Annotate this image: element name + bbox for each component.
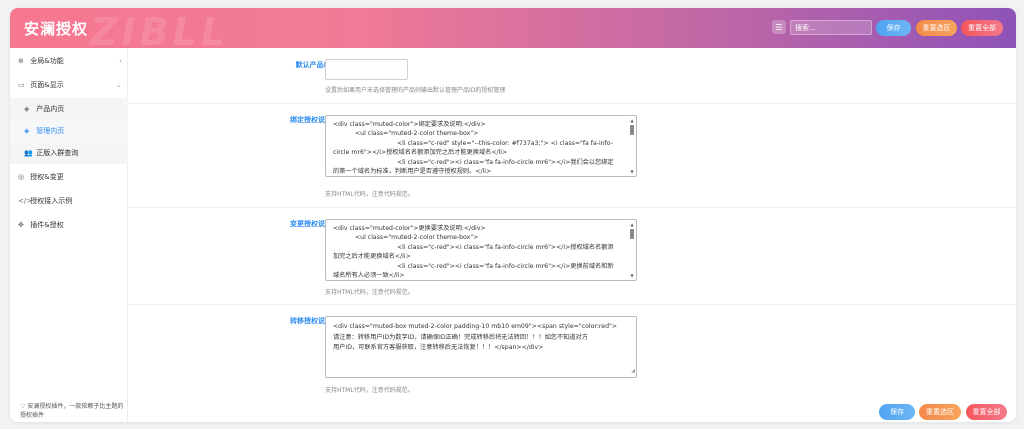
sidebar-item-pages[interactable]: ▭ 页面&显示 ⌄ xyxy=(10,74,128,96)
header-reset-all-button[interactable]: 重置全部 xyxy=(961,20,1003,36)
code-line: <li class="c-red"><i class="fa fa-info-c… xyxy=(397,158,614,166)
sidebar-item-auth-change[interactable]: ◎ 授权&变更 xyxy=(10,166,128,188)
divider xyxy=(128,304,1016,305)
sidebar-footer: ♡ 安澜授权插件，一款依赖子比主题的授权插件 xyxy=(20,401,127,419)
divider xyxy=(128,207,1016,208)
code-icon: </> xyxy=(18,197,33,205)
layout-icon: ▭ xyxy=(18,81,25,89)
code-line: <li class="c-red"><i class="fa fa-info-c… xyxy=(397,262,614,270)
sidebar-item-product-page[interactable]: ◈ 产品内页 xyxy=(10,98,128,120)
code-line: 域名所有人必须一致</li> xyxy=(333,272,405,280)
scrollbar[interactable]: ▲ ▼ xyxy=(629,118,635,174)
code-line: circle mr6"></i>授权域名名额添加完之后才能更换域名</li> xyxy=(333,149,508,157)
code-line: 用户ID，可联系官方客服获取，注意转移后无法恢复！！！</span></div> xyxy=(333,344,544,351)
resize-handle-icon[interactable]: ◢ xyxy=(631,366,635,377)
scrollbar[interactable]: ▲ ▼ xyxy=(629,222,635,278)
transfer-desc-textarea[interactable]: <div class="muted-box muted-2-color padd… xyxy=(325,316,637,378)
footer-reset-all-button[interactable]: 重置全部 xyxy=(966,404,1007,420)
sidebar-item-label: 插件&授权 xyxy=(30,221,64,229)
cube-icon: ◈ xyxy=(24,105,30,113)
sidebar-item-label: 产品内页 xyxy=(36,105,65,113)
sidebar-item-plugin-auth[interactable]: ✥ 插件&授权 xyxy=(10,214,128,236)
code-line: <ul class="muted-2-color theme-box"> xyxy=(355,130,479,138)
users-icon: 👥 xyxy=(24,149,33,157)
circle-icon: ◎ xyxy=(18,173,25,181)
transfer-desc-hint: 支持HTML代码，注意代码规范。 xyxy=(325,387,414,394)
sidebar-item-manage-page[interactable]: ◈ 管理内页 xyxy=(10,120,128,142)
search-input[interactable] xyxy=(790,20,872,35)
sidebar-item-group-query[interactable]: 👥 正版入群查询 xyxy=(10,142,128,164)
sidebar-item-label: 授权&变更 xyxy=(30,173,64,181)
code-line: <div class="muted-color">绑定要求及说明:</div> xyxy=(333,121,486,128)
sidebar-item-auth-example[interactable]: </> 授权接入示例 xyxy=(10,190,128,212)
change-desc-hint: 支持HTML代码，注意代码规范。 xyxy=(325,289,414,296)
list-icon[interactable]: ☰ xyxy=(772,20,786,34)
divider xyxy=(128,103,1016,104)
panel-header: ZIBLL 安澜授权 ☰ 保存 重置选区 重置全部 xyxy=(10,8,1016,54)
cube-icon: ◈ xyxy=(24,127,30,135)
globe-icon: ⊕ xyxy=(18,57,24,65)
sidebar-item-label: 页面&显示 xyxy=(30,81,64,89)
chevron-left-icon: ‹ xyxy=(119,57,122,65)
scroll-thumb[interactable] xyxy=(630,229,634,239)
footer-reset-section-button[interactable]: 重置选区 xyxy=(919,404,961,420)
scroll-up-icon[interactable]: ▲ xyxy=(629,118,635,123)
sidebar-item-label: 管理内页 xyxy=(36,127,65,135)
sidebar-item-global[interactable]: ⊕ 全局&功能 ‹ xyxy=(10,50,128,72)
sidebar-item-label: 授权接入示例 xyxy=(30,197,73,205)
code-line: <div class="muted-box muted-2-color padd… xyxy=(333,323,618,330)
sidebar: ⊕ 全局&功能 ‹ ▭ 页面&显示 ⌄ ◈ 产品内页 ◈ 管理内页 👥 正版入群… xyxy=(10,48,128,422)
scroll-down-icon[interactable]: ▼ xyxy=(629,169,635,174)
scroll-down-icon[interactable]: ▼ xyxy=(629,273,635,278)
panel-title: 安澜授权 xyxy=(24,20,89,38)
default-product-hint: 设置后如果用户未选择管理的产品则输出默认管理产品ID的授权管理 xyxy=(325,87,506,94)
main-content: 默认产品ID 设置后如果用户未选择管理的产品则输出默认管理产品ID的授权管理 绑… xyxy=(128,48,1016,422)
footer-text: 安澜授权插件，一款依赖子比主题的授权插件 xyxy=(20,403,124,419)
scroll-up-icon[interactable]: ▲ xyxy=(629,222,635,227)
code-line: <li class="c-red" style="--this-color: #… xyxy=(397,139,613,147)
sidebar-item-label: 正版入群查询 xyxy=(36,149,79,157)
bind-desc-hint: 支持HTML代码，注意代码规范。 xyxy=(325,191,414,198)
scroll-thumb[interactable] xyxy=(630,125,634,135)
chevron-down-icon: ⌄ xyxy=(116,81,122,89)
default-product-input[interactable] xyxy=(325,59,408,80)
code-line: <div class="muted-color">更换要求及说明:</div> xyxy=(333,225,486,232)
header-save-button[interactable]: 保存 xyxy=(876,20,911,36)
footer-save-button[interactable]: 保存 xyxy=(879,404,915,420)
code-line: <ul class="muted-2-color theme-box"> xyxy=(355,234,479,242)
puzzle-icon: ✥ xyxy=(18,221,24,229)
code-line: <li class="c-red"><i class="fa fa-info-c… xyxy=(397,243,614,251)
heart-icon: ♡ xyxy=(20,403,26,410)
code-line: 请注意：转移用户ID为数字ID，请确保ID正确！完成转移后将无法转回！！！如您不… xyxy=(333,333,588,341)
code-line: 加完之后才能更换域名</li> xyxy=(333,253,411,261)
header-reset-section-button[interactable]: 重置选区 xyxy=(916,20,957,36)
change-desc-textarea[interactable]: <div class="muted-color">更换要求及说明:</div> … xyxy=(325,219,637,281)
sidebar-item-label: 全局&功能 xyxy=(30,57,64,65)
code-line: 的第一个域名为标准，判断用户是否遵守授权规则。</li> xyxy=(333,168,492,176)
bind-desc-textarea[interactable]: <div class="muted-color">绑定要求及说明:</div> … xyxy=(325,115,637,177)
settings-panel: ZIBLL 安澜授权 ☰ 保存 重置选区 重置全部 ⊕ 全局&功能 ‹ ▭ 页面… xyxy=(10,8,1016,422)
